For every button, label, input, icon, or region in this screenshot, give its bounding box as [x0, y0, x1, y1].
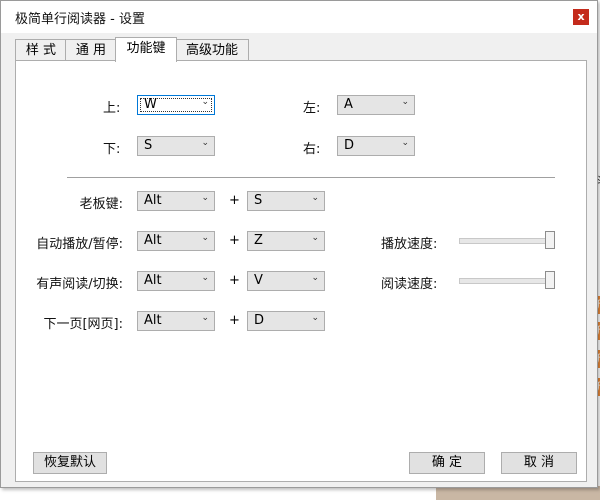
- right-label: 右:: [303, 142, 321, 157]
- play-speed-thumb[interactable]: [545, 231, 555, 249]
- down-label: 下:: [103, 142, 121, 157]
- key-value: S: [254, 193, 263, 208]
- modifier-value: Alt: [144, 193, 162, 208]
- plus-sign: +: [229, 193, 240, 208]
- read-speed-thumb[interactable]: [545, 271, 555, 289]
- key-value: D: [254, 313, 265, 328]
- autoplay-label: 自动播放/暂停:: [36, 237, 123, 252]
- audio-read-label: 有声阅读/切换:: [36, 277, 123, 292]
- next-page-modifier-select[interactable]: Alt ⌄: [137, 311, 215, 331]
- play-speed-label: 播放速度:: [381, 237, 438, 252]
- autoplay-key-select[interactable]: Z ⌄: [247, 231, 325, 251]
- chevron-down-icon: ⌄: [311, 193, 319, 203]
- key-value: Z: [254, 233, 263, 248]
- chevron-down-icon: ⌄: [401, 138, 409, 148]
- chevron-down-icon: ⌄: [311, 273, 319, 283]
- play-speed-track[interactable]: [459, 238, 555, 244]
- chevron-down-icon: ⌄: [201, 97, 209, 107]
- tab-general[interactable]: 通 用: [65, 39, 117, 61]
- tab-function-keys[interactable]: 功能键: [115, 37, 177, 62]
- next-page-label: 下一页[网页]:: [43, 317, 123, 332]
- left-key-value: A: [344, 97, 353, 112]
- down-key-select[interactable]: S ⌄: [137, 136, 215, 156]
- section-divider: [67, 177, 555, 178]
- window-title: 极简单行阅读器 - 设置: [15, 12, 145, 27]
- boss-key-key-select[interactable]: S ⌄: [247, 191, 325, 211]
- modifier-value: Alt: [144, 273, 162, 288]
- chevron-down-icon: ⌄: [311, 233, 319, 243]
- chevron-down-icon: ⌄: [401, 97, 409, 107]
- chevron-down-icon: ⌄: [311, 313, 319, 323]
- restore-default-button[interactable]: 恢复默认: [33, 452, 107, 474]
- bg-image-strip: [436, 486, 600, 500]
- settings-dialog: 极简单行阅读器 - 设置 x 样 式 通 用 功能键 高级功能 上: W ⌄ 左…: [0, 0, 598, 488]
- key-value: V: [254, 273, 263, 288]
- read-speed-label: 阅读速度:: [381, 277, 438, 292]
- chevron-down-icon: ⌄: [201, 273, 209, 283]
- down-key-value: S: [144, 138, 153, 153]
- tab-advanced[interactable]: 高级功能: [175, 39, 249, 61]
- read-speed-track[interactable]: [459, 278, 555, 284]
- title-bar[interactable]: 极简单行阅读器 - 设置 x: [1, 1, 597, 33]
- chevron-down-icon: ⌄: [201, 138, 209, 148]
- autoplay-modifier-select[interactable]: Alt ⌄: [137, 231, 215, 251]
- modifier-value: Alt: [144, 313, 162, 328]
- modifier-value: Alt: [144, 233, 162, 248]
- chevron-down-icon: ⌄: [201, 233, 209, 243]
- ok-button[interactable]: 确 定: [409, 452, 485, 474]
- close-button[interactable]: x: [573, 9, 589, 25]
- right-key-value: D: [344, 138, 355, 153]
- plus-sign: +: [229, 313, 240, 328]
- up-key-select[interactable]: W ⌄: [137, 95, 215, 115]
- audio-read-key-select[interactable]: V ⌄: [247, 271, 325, 291]
- tab-style[interactable]: 样 式: [15, 39, 67, 61]
- cancel-button[interactable]: 取 消: [501, 452, 577, 474]
- close-icon: x: [577, 10, 585, 23]
- right-key-select[interactable]: D ⌄: [337, 136, 415, 156]
- plus-sign: +: [229, 233, 240, 248]
- chevron-down-icon: ⌄: [201, 193, 209, 203]
- left-label: 左:: [303, 101, 321, 116]
- boss-key-label: 老板键:: [79, 197, 123, 212]
- next-page-key-select[interactable]: D ⌄: [247, 311, 325, 331]
- audio-read-modifier-select[interactable]: Alt ⌄: [137, 271, 215, 291]
- up-key-value: W: [144, 97, 157, 112]
- boss-key-modifier-select[interactable]: Alt ⌄: [137, 191, 215, 211]
- plus-sign: +: [229, 273, 240, 288]
- left-key-select[interactable]: A ⌄: [337, 95, 415, 115]
- chevron-down-icon: ⌄: [201, 313, 209, 323]
- up-label: 上:: [103, 101, 121, 116]
